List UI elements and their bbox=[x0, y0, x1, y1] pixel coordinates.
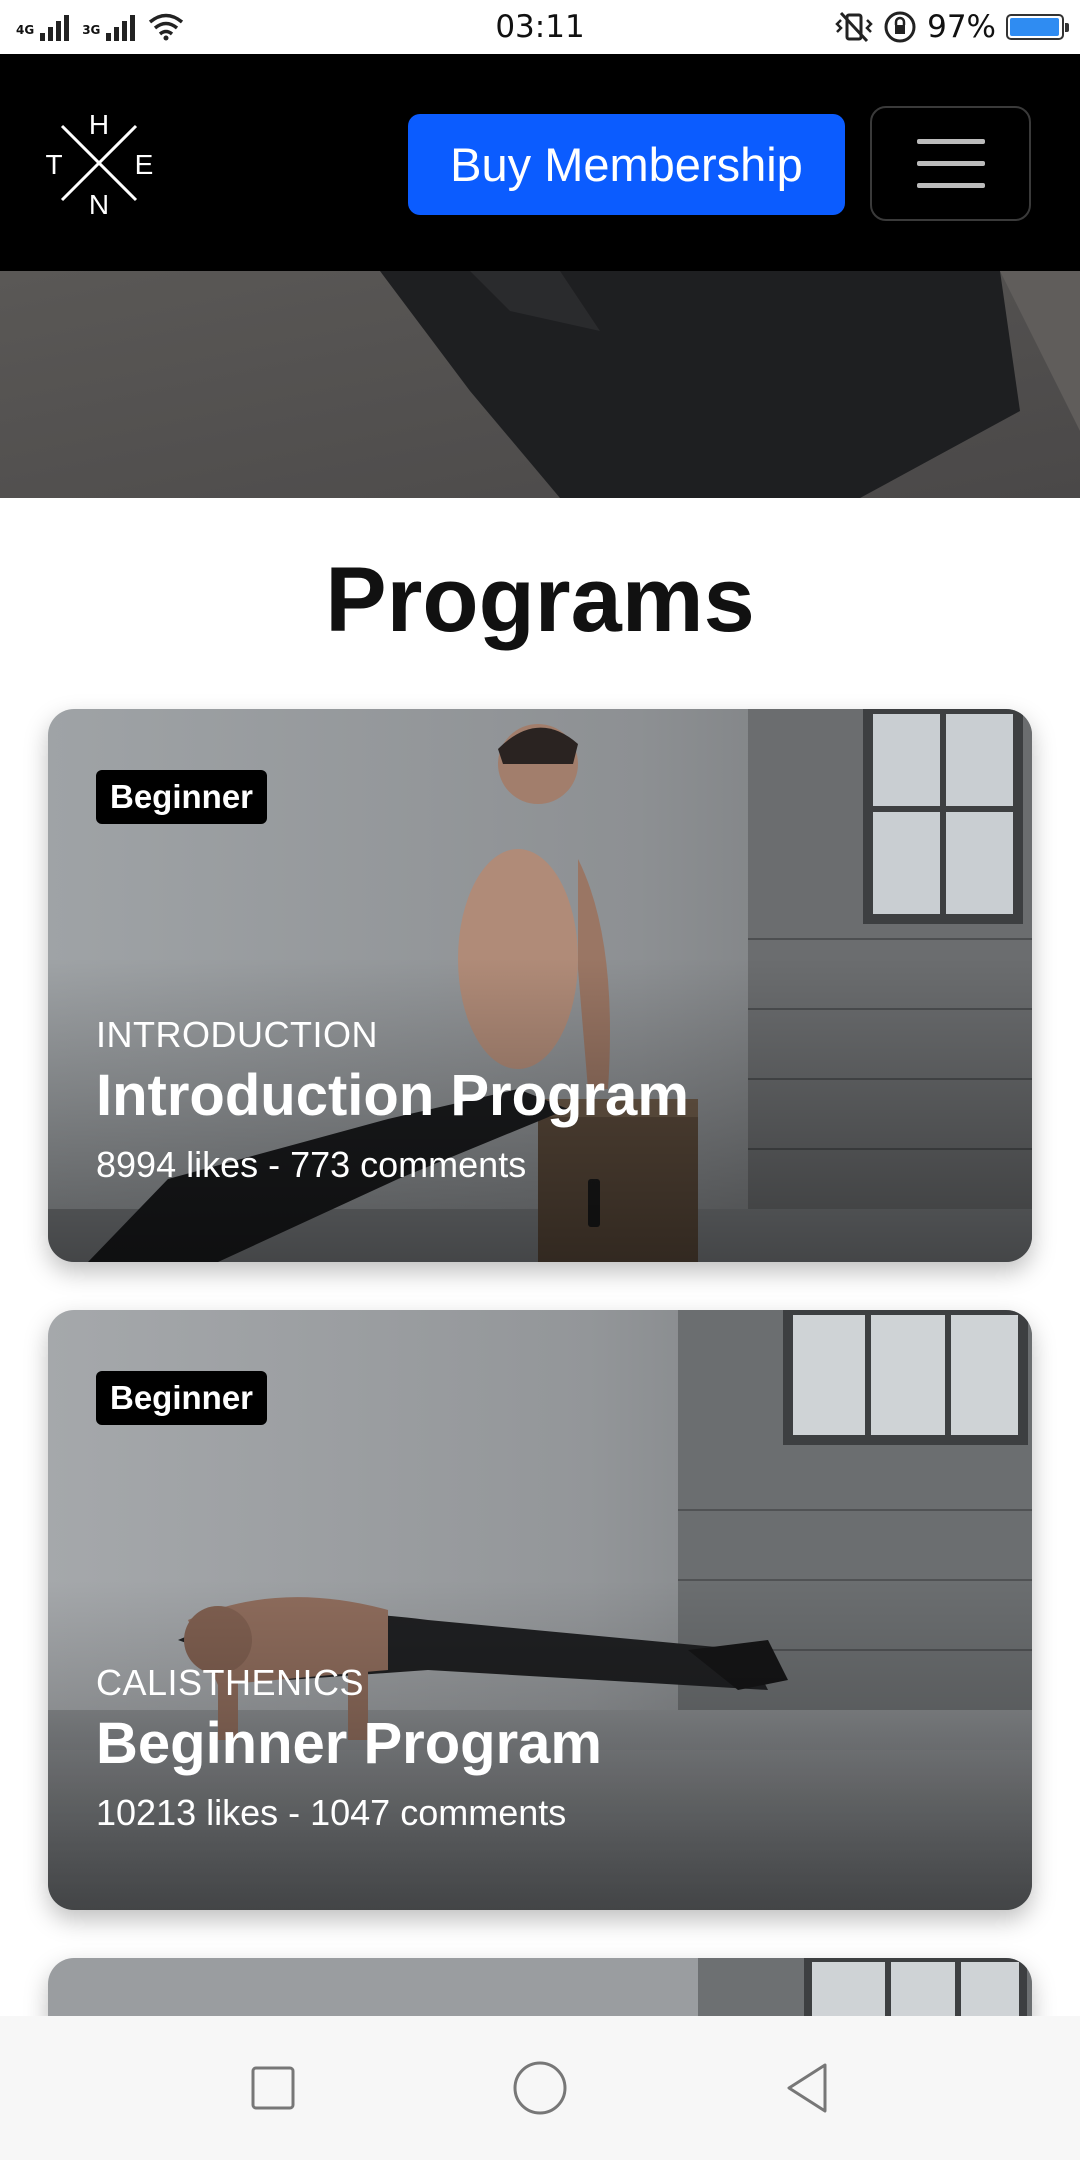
battery-percent: 97% bbox=[927, 9, 996, 45]
section-title: Programs bbox=[325, 549, 755, 651]
logo-letter-bottom: N bbox=[89, 189, 109, 218]
hero-image bbox=[0, 271, 1080, 498]
wifi-icon bbox=[149, 13, 184, 41]
home-icon bbox=[513, 2061, 567, 2115]
back-button[interactable] bbox=[767, 2048, 847, 2128]
brand-logo[interactable]: H T E N bbox=[44, 108, 154, 218]
program-title[interactable]: Beginner Program bbox=[96, 1712, 602, 1776]
network-label-1: 4G bbox=[16, 23, 35, 37]
site-header: H T E N Buy Membership bbox=[0, 54, 1080, 271]
level-badge: Beginner bbox=[96, 770, 268, 824]
system-nav-bar bbox=[0, 2016, 1080, 2160]
program-category: INTRODUCTION bbox=[96, 1014, 378, 1055]
logo-letter-top: H bbox=[89, 109, 109, 140]
battery-fill bbox=[1010, 18, 1059, 36]
status-left: 4G 3G bbox=[16, 13, 184, 41]
back-icon bbox=[787, 2063, 827, 2113]
program-stats: 8994 likes - 773 comments bbox=[96, 1143, 527, 1185]
recent-apps-icon bbox=[251, 2066, 295, 2110]
vibrate-icon bbox=[835, 11, 873, 43]
buy-membership-button[interactable]: Buy Membership bbox=[408, 114, 845, 215]
hero-photo bbox=[0, 271, 1080, 498]
program-card[interactable]: Beginner INTRODUCTION Introduction Progr… bbox=[48, 709, 1032, 1262]
card-meta: CALISTHENICS Beginner Program 10213 like… bbox=[96, 1662, 602, 1834]
program-category: CALISTHENICS bbox=[96, 1662, 365, 1703]
program-title[interactable]: Introduction Program bbox=[96, 1064, 689, 1128]
signal-icon bbox=[40, 15, 70, 41]
rotation-lock-icon bbox=[884, 11, 916, 43]
home-button[interactable] bbox=[500, 2048, 580, 2128]
recent-apps-button[interactable] bbox=[233, 2048, 313, 2128]
battery-icon bbox=[1006, 14, 1069, 40]
logo-letter-left: T bbox=[45, 149, 62, 180]
signal-icon-2 bbox=[106, 15, 136, 41]
menu-button[interactable] bbox=[870, 106, 1031, 221]
program-stats: 10213 likes - 1047 comments bbox=[96, 1791, 567, 1833]
logo-letter-right: E bbox=[135, 149, 154, 180]
network-label-2: 3G bbox=[82, 23, 101, 37]
status-bar: 4G 3G 03:11 97% bbox=[0, 0, 1080, 54]
program-card[interactable]: Beginner CALISTHENICS Beginner Program 1… bbox=[48, 1310, 1032, 1910]
level-badge: Beginner bbox=[96, 1371, 268, 1425]
hamburger-icon bbox=[916, 138, 985, 188]
card-meta: INTRODUCTION Introduction Program 8994 l… bbox=[96, 1014, 689, 1186]
status-right: 97% bbox=[835, 9, 1069, 45]
